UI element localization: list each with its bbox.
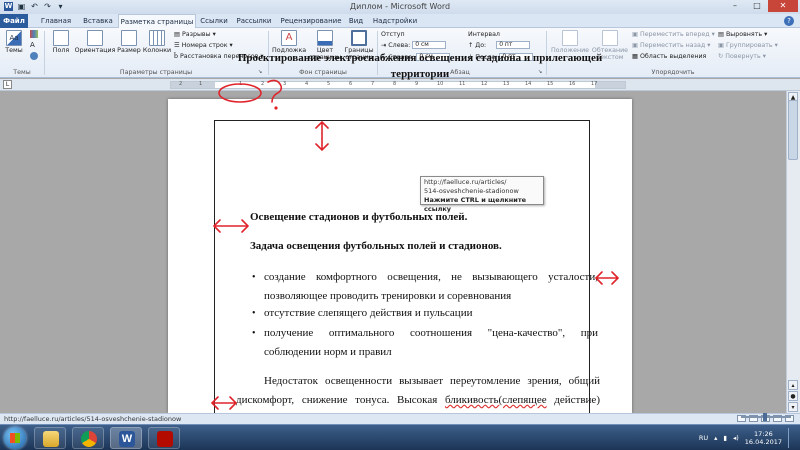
bullet-icon: • [252,308,256,319]
ruler-number: 1 [199,81,203,87]
send-backward-button[interactable]: ▣ Переместить назад ▾ [632,41,710,50]
taskbar-word[interactable]: W [110,427,142,449]
ribbon-tabs: Файл Главная Вставка Разметка страницы С… [0,14,800,29]
tab-file[interactable]: Файл [0,14,28,28]
ruler-strip: 2 1 1 2 3 4 5 6 7 8 9 10 11 12 13 14 15 … [170,81,626,89]
show-desktop-button[interactable] [788,428,796,448]
folder-icon [43,431,59,447]
margins-icon [53,30,69,46]
zoom-slider-thumb[interactable] [763,413,767,421]
spacing-before-field: ↑ До: 0 пт [468,41,531,50]
theme-effects-icon[interactable] [30,52,38,60]
spacing-before-input[interactable]: 0 пт [496,41,531,49]
size-button[interactable]: Размер [117,30,141,54]
ruler-number: 2 [179,81,183,87]
help-icon[interactable]: ? [784,16,794,26]
word-icon: W [119,431,135,447]
window-title: Диплом - Microsoft Word [349,2,451,11]
tab-selector-button[interactable]: L [3,80,12,89]
scrollbar-thumb[interactable] [788,100,798,160]
ruler-left-margin [171,82,215,88]
columns-icon [149,30,165,46]
document-title[interactable]: Проектирование электроснабжения освещени… [230,50,610,82]
watermark-icon: A [281,30,297,46]
windows-logo-icon [10,433,20,443]
position-icon [562,30,578,46]
page-color-icon [317,30,333,46]
bullet-icon: • [252,328,256,339]
size-icon [121,30,137,46]
tray-arrow-icon[interactable]: ▴ [714,434,717,442]
browse-object-icon[interactable]: ● [788,391,798,401]
chrome-icon [81,431,97,447]
columns-button[interactable]: Колонки [142,30,172,54]
close-button[interactable]: ✕ [768,0,798,12]
hyperlink-tooltip: http://faelluce.ru/articles/ 514-osveshc… [420,176,544,213]
zoom-slider[interactable] [741,413,791,421]
status-url: http://faelluce.ru/articles/514-osveshch… [4,415,182,423]
next-page-icon[interactable]: ▾ [788,402,798,412]
taskbar: W RU ▴ ▮ ◂) 17:26 16.04.2017 [0,424,800,450]
tab-references[interactable]: Ссылки [196,14,232,28]
indent-left-field: ⇥ Слева: 0 см [381,41,447,50]
orientation-button[interactable]: Ориентация [74,30,116,54]
list-item[interactable]: • создание комфортного освещения, не выз… [252,268,598,306]
ruler-right-margin [595,82,625,88]
indent-title: Отступ [381,31,405,38]
tab-mailings[interactable]: Рассылки [234,14,274,28]
theme-fonts-icon[interactable]: A [30,41,35,50]
list-item[interactable]: • отсутствие слепящего действия и пульса… [252,304,598,323]
clock[interactable]: 17:26 16.04.2017 [745,430,782,446]
bring-forward-button[interactable]: ▣ Переместить вперед ▾ [632,30,715,39]
theme-colors-icon[interactable] [30,30,38,38]
status-bar: http://faelluce.ru/articles/514-osveshch… [0,413,800,424]
tab-page-layout[interactable]: Разметка страницы [118,14,196,29]
system-tray: RU ▴ ▮ ◂) 17:26 16.04.2017 [699,427,796,449]
list-item[interactable]: • получение оптимального соотношения "це… [252,324,598,362]
tab-addins[interactable]: Надстройки [370,14,420,28]
orientation-icon [87,30,103,46]
tab-insert[interactable]: Вставка [78,14,118,28]
prev-page-icon[interactable]: ▴ [788,380,798,390]
tab-home[interactable]: Главная [36,14,76,28]
themes-button[interactable]: Aa Темы [3,30,25,54]
margins-button[interactable]: Поля [50,30,72,54]
themes-icon: Aa [6,30,22,46]
view-controls [737,413,794,422]
themes-group-label: Темы [13,69,31,76]
selection-pane-button[interactable]: ▦ Область выделения [632,52,706,61]
line-numbers-button[interactable]: ☰ Номера строк ▾ [174,41,233,50]
breaks-button[interactable]: ▤ Разрывы ▾ [174,30,216,39]
pdf-icon [157,431,173,447]
taskbar-explorer[interactable] [34,427,66,449]
taskbar-chrome[interactable] [72,427,104,449]
align-button[interactable]: ▤ Выровнять ▾ [718,30,767,39]
maximize-button[interactable]: □ [746,0,768,12]
bullet-icon: • [252,272,256,283]
spacing-title: Интервал [468,31,500,38]
start-button[interactable] [4,427,26,449]
tab-review[interactable]: Рецензирование [278,14,344,28]
indent-left-input[interactable]: 0 см [412,41,447,49]
volume-icon[interactable]: ◂) [733,434,739,442]
group-divider [44,31,45,75]
title-bar: W ▣ ↶ ↷ ▾ Диплом - Microsoft Word – □ ✕ [0,0,800,14]
wrap-text-icon [602,30,618,46]
body-paragraph[interactable]: Недостаток освещенности вызывает переуто… [226,372,600,410]
page-borders-icon [351,30,367,46]
document-page[interactable] [168,99,632,420]
network-icon[interactable]: ▮ [723,434,727,442]
group-button[interactable]: ▣ Группировать ▾ [718,41,778,50]
heading-lighting-task[interactable]: Задача освещения футбольных полей и стад… [250,240,502,253]
rotate-button[interactable]: ↻ Повернуть ▾ [718,52,766,61]
taskbar-pdf[interactable] [148,427,180,449]
minimize-button[interactable]: – [724,0,746,12]
tab-view[interactable]: Вид [344,14,368,28]
language-indicator[interactable]: RU [699,434,708,442]
